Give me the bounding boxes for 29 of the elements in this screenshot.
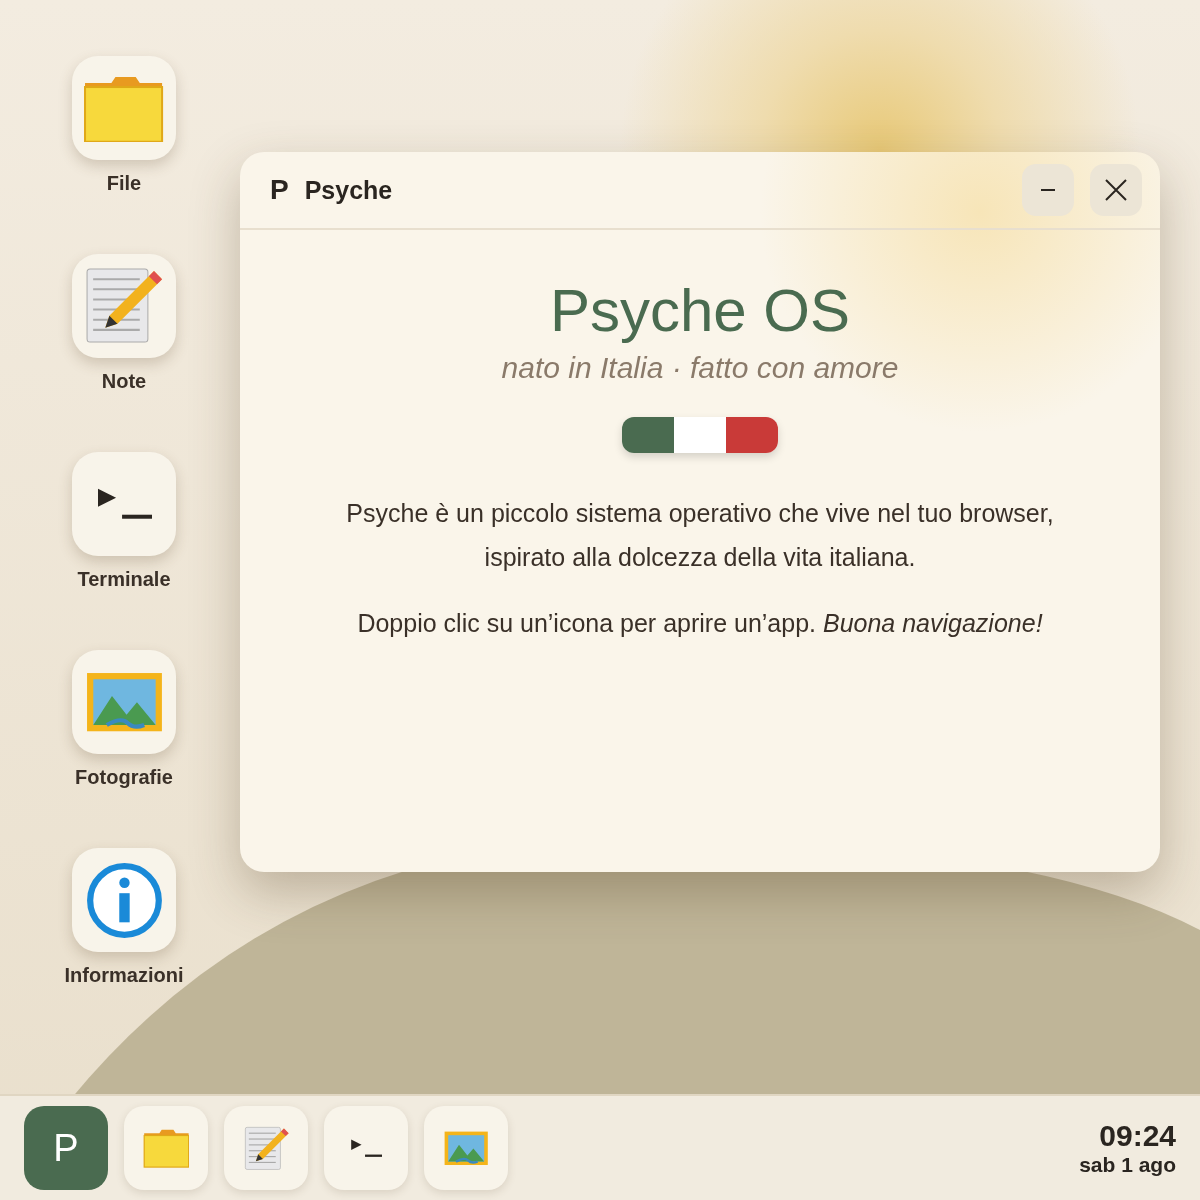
description-paragraph: Psyche è un piccolo sistema operativo che vive nel tuo browser, ispirato alla dolcezza della vita italiana. <box>345 498 1055 573</box>
shortcut-label: File <box>106 172 142 195</box>
window-logo: P <box>270 174 289 206</box>
window-title: Psyche <box>304 175 394 205</box>
taskbar-app-button[interactable] <box>424 1106 508 1190</box>
terminal-prompt-icon <box>95 486 153 522</box>
shortcut-label: Informazioni <box>64 964 184 987</box>
minimize-button[interactable] <box>1022 164 1074 216</box>
start-button[interactable]: P <box>24 1106 108 1190</box>
notepad-pencil-icon <box>242 1124 290 1172</box>
minimize-icon <box>1041 189 1055 191</box>
close-button[interactable] <box>1090 164 1142 216</box>
terminal-prompt-icon <box>349 1137 383 1159</box>
shortcut-label: Fotografie <box>75 766 173 789</box>
tagline: nato in Italia · fatto con amore <box>501 351 899 385</box>
app-heading: Psyche OS <box>549 276 851 345</box>
clock-date: sab 1 ago <box>1079 1153 1176 1177</box>
landscape-picture-icon <box>85 671 163 733</box>
shortcut-label: Terminale <box>77 568 171 591</box>
taskbar-app-button[interactable] <box>124 1106 208 1190</box>
info-icon <box>85 861 163 939</box>
folder-icon <box>142 1128 190 1168</box>
close-icon <box>1105 179 1127 201</box>
taskbar-app-button[interactable] <box>224 1106 308 1190</box>
app-shortcut[interactable] <box>72 452 176 556</box>
description-paragraph: Doppio clic su un’icona per aprire un’app. Buona navigazione! <box>356 608 1044 639</box>
clock-time: 09:24 <box>1099 1119 1176 1153</box>
landscape-picture-icon <box>443 1130 489 1166</box>
shortcut-label: Note <box>101 370 147 393</box>
